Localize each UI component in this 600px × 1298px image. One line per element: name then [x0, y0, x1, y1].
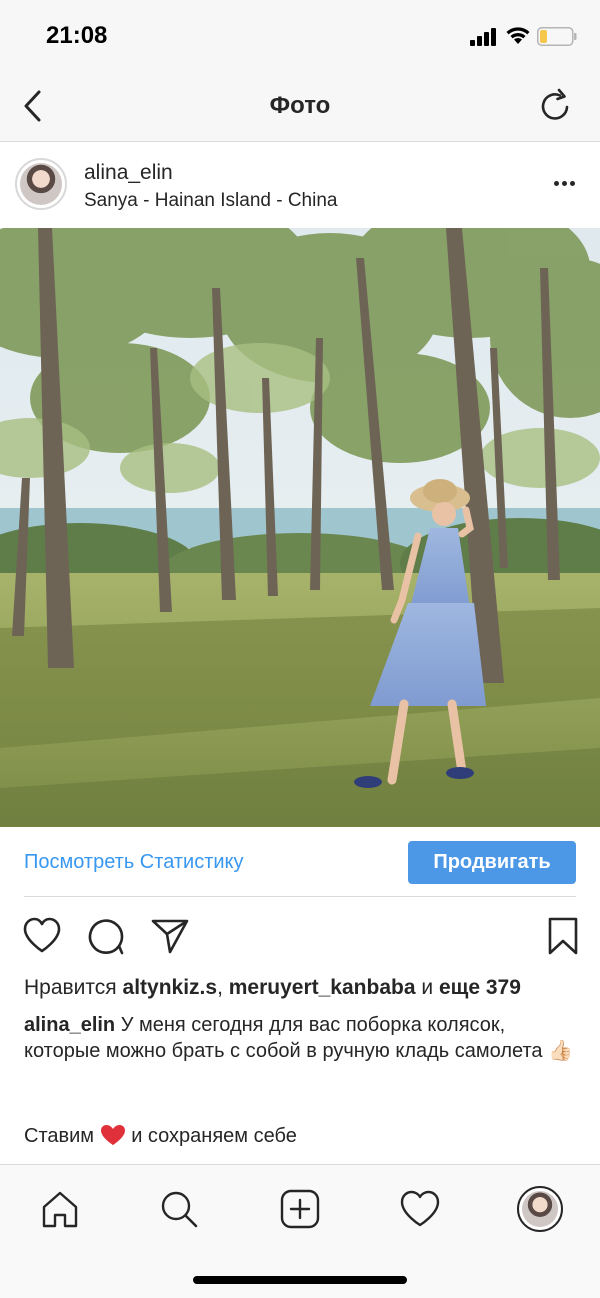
heart-icon[interactable]: [22, 916, 62, 956]
liker-1[interactable]: altynkiz.s: [123, 976, 218, 999]
red-heart-emoji-icon: [100, 1125, 125, 1145]
page-title: Фото: [269, 92, 331, 119]
post-caption: alina_elin У меня сегодня для вас поборк…: [24, 1012, 576, 1064]
nav-header: Фото: [0, 72, 600, 142]
comment-icon[interactable]: [86, 916, 126, 956]
view-insights-link[interactable]: Посмотреть Статистику: [24, 851, 244, 874]
likes-separator: ,: [217, 976, 223, 999]
home-icon[interactable]: [38, 1187, 82, 1231]
cellular-signal-icon: [470, 28, 496, 46]
likes-others[interactable]: еще 379: [439, 976, 521, 999]
post-actions: [0, 900, 600, 970]
home-indicator: [193, 1276, 407, 1284]
post-photo-illustration: [0, 228, 600, 827]
likes-and: и: [421, 976, 434, 999]
post-photo[interactable]: [0, 228, 600, 827]
activity-heart-icon[interactable]: [398, 1187, 442, 1231]
insights-row: Посмотреть Статистику Продвигать: [0, 827, 600, 897]
refresh-icon[interactable]: [536, 86, 576, 126]
divider: [24, 896, 576, 897]
promote-button[interactable]: Продвигать: [408, 841, 576, 884]
likes-summary: Нравится altynkiz.s, meruyert_kanbaba и …: [24, 976, 584, 1000]
avatar-image: [20, 163, 62, 205]
caption-line-2: Ставим и сохраняем себе: [24, 1124, 576, 1148]
status-time: 21:08: [46, 22, 108, 49]
profile-avatar[interactable]: [517, 1186, 563, 1232]
add-post-icon[interactable]: [278, 1187, 322, 1231]
caption-line-2-after: и сохраняем себе: [131, 1125, 297, 1147]
wifi-icon: [506, 27, 530, 44]
post-location[interactable]: Sanya - Hainan Island - China: [84, 190, 337, 212]
bookmark-icon[interactable]: [543, 916, 583, 956]
post-header: alina_elin Sanya - Hainan Island - China: [0, 143, 600, 228]
caption-username[interactable]: alina_elin: [24, 1014, 115, 1036]
avatar[interactable]: [15, 158, 67, 210]
post-username[interactable]: alina_elin: [84, 161, 173, 185]
likes-prefix: Нравится: [24, 976, 117, 999]
profile-avatar-image: [522, 1191, 558, 1227]
search-icon[interactable]: [157, 1187, 201, 1231]
liker-2[interactable]: meruyert_kanbaba: [229, 976, 416, 999]
more-dots-icon[interactable]: [550, 173, 580, 193]
battery-low-icon: [537, 27, 577, 46]
caption-line-2-before: Ставим: [24, 1125, 95, 1147]
status-bar: 21:08: [0, 0, 600, 72]
send-icon[interactable]: [150, 916, 190, 956]
